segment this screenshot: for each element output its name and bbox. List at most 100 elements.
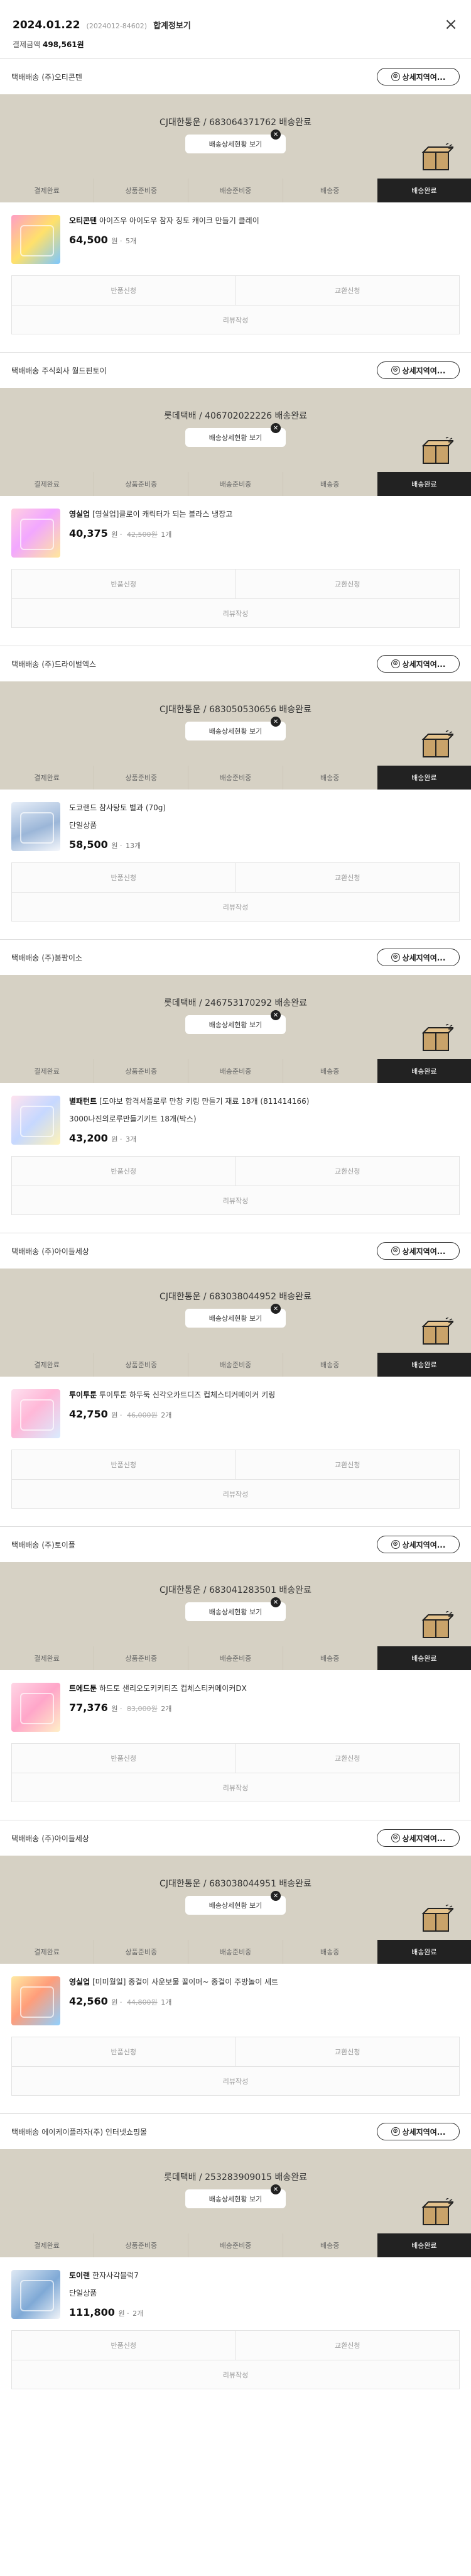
exchange-request-button[interactable]: 교환신청: [235, 2331, 459, 2360]
product-item[interactable]: 투이투툰 투이투툰 하두둑 신각오카트디즈 컵체스티커메이커 키링 42,750…: [0, 1377, 471, 1447]
product-item[interactable]: 별패턴트 [도야보 합격서플로루 만창 키링 만들기 재료 18개 (81141…: [0, 1083, 471, 1153]
tracking-detail-button[interactable]: 배송상세현황 보기: [185, 428, 286, 447]
action-row-claims: 반품신청 교환신청: [12, 1157, 459, 1186]
order-actions: 반품신청 교환신청 리뷰작성: [11, 569, 460, 628]
location-icon: ⊙: [391, 953, 400, 962]
shipment-detail-label: 상세지역여...: [402, 659, 446, 669]
tracking-detail-button[interactable]: 배송상세현황 보기: [185, 2189, 286, 2208]
write-review-button[interactable]: 리뷰작성: [12, 2360, 459, 2389]
action-row-review: 리뷰작성: [12, 598, 459, 627]
shipment-detail-button[interactable]: ⊙ 상세지역여...: [377, 949, 460, 966]
tracking-detail-button[interactable]: 배송상세현황 보기: [185, 135, 286, 153]
shipment-detail-button[interactable]: ⊙ 상세지역여...: [377, 361, 460, 379]
tracking-detail-button[interactable]: 배송상세현황 보기: [185, 1015, 286, 1034]
product-brand: 투이투툰: [69, 1390, 97, 1399]
exchange-request-button[interactable]: 교환신청: [235, 863, 459, 892]
tracking-detail-button[interactable]: 배송상세현황 보기: [185, 1602, 286, 1621]
delivery-steps: 결제완료 상품준비중 배송준비중 배송중 배송완료: [0, 179, 471, 202]
price-unit: 원 ·: [111, 1705, 122, 1713]
write-review-button[interactable]: 리뷰작성: [12, 1186, 459, 1214]
write-review-button[interactable]: 리뷰작성: [12, 599, 459, 627]
exchange-request-button[interactable]: 교환신청: [235, 2037, 459, 2066]
delivery-steps: 결제완료 상품준비중 배송준비중 배송중 배송완료: [0, 766, 471, 790]
shipment-detail-button[interactable]: ⊙ 상세지역여...: [377, 655, 460, 673]
shipment-header: 택배배송 주식회사 월드핀토이 ⊙ 상세지역여...: [0, 353, 471, 388]
product-item[interactable]: 도쿄랜드 참사탕토 별과 (70g) 단일상품 58,500 원 · 13개: [0, 790, 471, 860]
step-preparing-shipment: 배송준비중: [188, 1059, 283, 1083]
product-name-line: 투이투툰 투이투툰 하두둑 신각오카트디즈 컵체스티커메이커 키링: [69, 1389, 460, 1401]
product-thumbnail[interactable]: [11, 1096, 60, 1145]
product-item[interactable]: 토이랜 한자사각블럭7 단일상품 111,800 원 · 2개: [0, 2257, 471, 2328]
shipment-detail-button[interactable]: ⊙ 상세지역여...: [377, 2123, 460, 2140]
seller-name: (주)토이플: [41, 1540, 75, 1549]
product-thumbnail[interactable]: [11, 2270, 60, 2319]
write-review-button[interactable]: 리뷰작성: [12, 1480, 459, 1508]
product-thumbnail[interactable]: [11, 215, 60, 264]
step-delivered: 배송완료: [377, 1646, 471, 1670]
return-request-button[interactable]: 반품신청: [12, 2331, 236, 2360]
write-review-button[interactable]: 리뷰작성: [12, 1773, 459, 1802]
step-payment-complete: 결제완료: [0, 1646, 95, 1670]
location-icon: ⊙: [391, 659, 400, 668]
shipment-detail-button[interactable]: ⊙ 상세지역여...: [377, 68, 460, 85]
write-review-button[interactable]: 리뷰작성: [12, 305, 459, 334]
product-thumbnail[interactable]: [11, 1683, 60, 1732]
badge-icon: ✕: [271, 1010, 281, 1020]
step-payment-complete: 결제완료: [0, 179, 95, 202]
badge-icon: ✕: [271, 1304, 281, 1314]
product-info: 영실업 [미미월일] 종걸이 사운보물 꿀이머~ 종걸이 주방놀이 세트 42,…: [69, 1976, 460, 2007]
return-request-button[interactable]: 반품신청: [12, 276, 236, 305]
action-row-claims: 반품신청 교환신청: [12, 2331, 459, 2360]
write-review-button[interactable]: 리뷰작성: [12, 2067, 459, 2095]
seller-line: 택배배송 (주)오티콘텐: [11, 72, 82, 82]
return-request-button[interactable]: 반품신청: [12, 570, 236, 598]
delivered-box-icon: [421, 437, 453, 464]
product-price-line: 40,375 원 · 42,500원 1개: [69, 527, 460, 539]
product-item[interactable]: 영실업 [영실업]클로이 캐릭터가 되는 블라스 냉장고 40,375 원 · …: [0, 496, 471, 566]
product-info: 투이투툰 투이투툰 하두둑 신각오카트디즈 컵체스티커메이커 키링 42,750…: [69, 1389, 460, 1420]
exchange-request-button[interactable]: 교환신청: [235, 1744, 459, 1773]
product-thumbnail[interactable]: [11, 802, 60, 851]
product-item[interactable]: 영실업 [미미월일] 종걸이 사운보물 꿀이머~ 종걸이 주방놀이 세트 42,…: [0, 1964, 471, 2034]
delivery-steps: 결제완료 상품준비중 배송준비중 배송중 배송완료: [0, 1940, 471, 1964]
write-review-button[interactable]: 리뷰작성: [12, 893, 459, 921]
exchange-request-button[interactable]: 교환신청: [235, 1157, 459, 1186]
step-payment-complete: 결제완료: [0, 472, 95, 496]
tracking-detail-button[interactable]: 배송상세현황 보기: [185, 1309, 286, 1328]
step-in-transit: 배송중: [283, 1353, 377, 1377]
product-quantity: 13개: [126, 842, 141, 850]
close-icon[interactable]: ×: [442, 16, 460, 34]
product-item[interactable]: 오티콘텐 아이즈우 아이도우 참자 칭토 캐이크 만들기 클레이 64,500 …: [0, 202, 471, 273]
product-thumbnail[interactable]: [11, 1389, 60, 1438]
order-detail-link[interactable]: 합계정보기: [153, 19, 191, 31]
tracking-detail-button[interactable]: 배송상세현황 보기: [185, 1896, 286, 1915]
return-request-button[interactable]: 반품신청: [12, 1157, 236, 1186]
exchange-request-button[interactable]: 교환신청: [235, 570, 459, 598]
return-request-button[interactable]: 반품신청: [12, 1744, 236, 1773]
exchange-request-button[interactable]: 교환신청: [235, 1450, 459, 1479]
shipment-detail-button[interactable]: ⊙ 상세지역여...: [377, 1536, 460, 1553]
exchange-request-button[interactable]: 교환신청: [235, 276, 459, 305]
step-preparing-shipment: 배송준비중: [188, 472, 283, 496]
product-thumbnail[interactable]: [11, 509, 60, 558]
step-preparing-product: 상품준비중: [94, 1940, 189, 1964]
step-preparing-product: 상품준비중: [94, 1059, 189, 1083]
delivered-box-icon: [421, 1024, 453, 1051]
product-item[interactable]: 트에드툰 하드토 샌리오도키키티즈 컵체스티커메이커DX 77,376 원 · …: [0, 1670, 471, 1741]
step-delivered: 배송완료: [377, 766, 471, 790]
shipment-detail-button[interactable]: ⊙ 상세지역여...: [377, 1242, 460, 1260]
seller-line: 택배배송 (주)붐팜이소: [11, 952, 82, 963]
seller-line: 택배배송 주식회사 월드핀토이: [11, 365, 107, 376]
product-thumbnail[interactable]: [11, 1976, 60, 2025]
badge-icon: ✕: [271, 423, 281, 433]
return-request-button[interactable]: 반품신청: [12, 1450, 236, 1479]
return-request-button[interactable]: 반품신청: [12, 2037, 236, 2066]
action-row-claims: 반품신청 교환신청: [12, 863, 459, 892]
tracking-detail-button[interactable]: 배송상세현황 보기: [185, 722, 286, 740]
return-request-button[interactable]: 반품신청: [12, 863, 236, 892]
shipment-detail-button[interactable]: ⊙ 상세지역여...: [377, 1829, 460, 1847]
product-brand: 오티콘텐: [69, 216, 97, 225]
delivered-box-icon: [421, 1905, 453, 1932]
shipment-detail-label: 상세지역여...: [402, 2127, 446, 2137]
